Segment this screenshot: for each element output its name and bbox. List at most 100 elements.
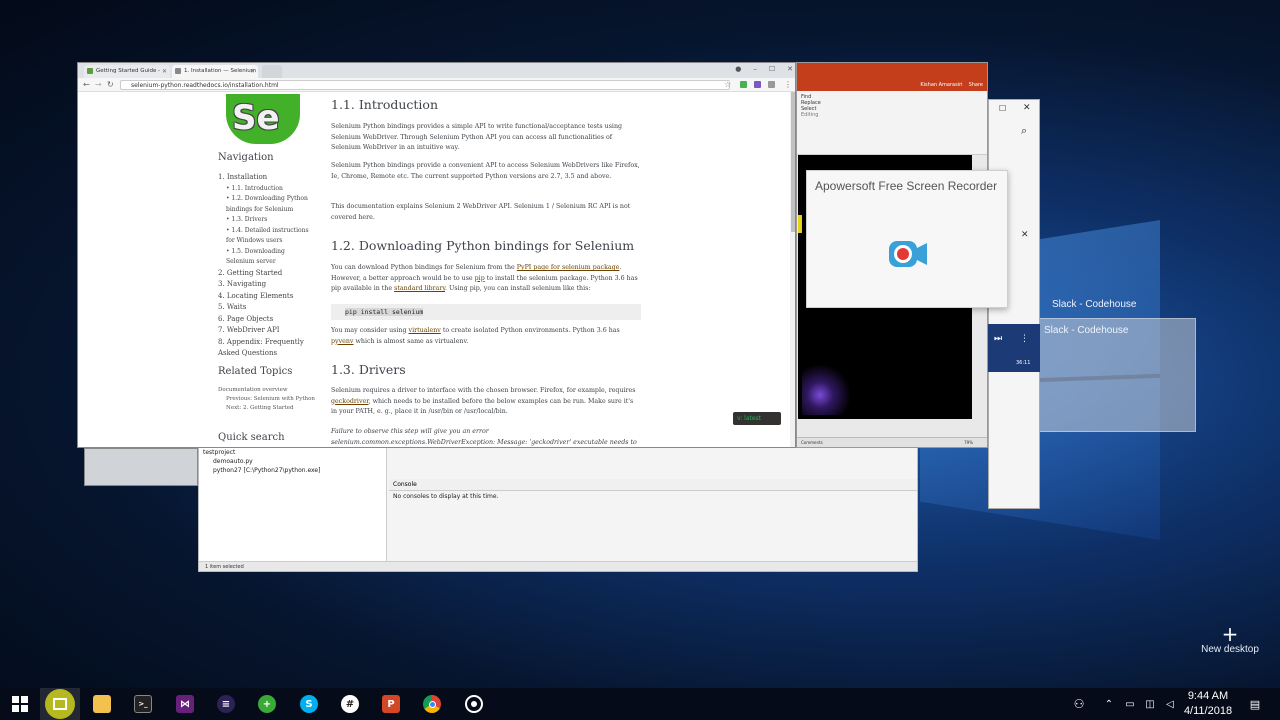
terminal-button[interactable]: >_ bbox=[123, 688, 163, 720]
more-icon[interactable]: ⋮ bbox=[1020, 334, 1029, 344]
skype-button[interactable]: S bbox=[289, 688, 329, 720]
slack-title: Slack - Codehouse bbox=[1052, 299, 1137, 310]
ppt-share-button[interactable]: Share bbox=[969, 82, 983, 88]
nav-item[interactable]: 1. Installation bbox=[218, 172, 318, 184]
volume-icon[interactable]: ◁ bbox=[1160, 688, 1180, 720]
greenshot-icon: + bbox=[258, 695, 276, 713]
powerpoint-button[interactable]: P bbox=[371, 688, 411, 720]
slide-graphic bbox=[802, 365, 862, 415]
next-link[interactable]: Next: 2. Getting Started bbox=[218, 404, 318, 413]
related-overview-link[interactable]: Documentation overview bbox=[218, 386, 318, 395]
nav-subitem[interactable]: • 1.3. Drivers bbox=[218, 215, 314, 226]
forward-icon[interactable]: → bbox=[95, 80, 102, 89]
intro-paragraph: Selenium Python bindings provide a conve… bbox=[331, 162, 640, 180]
nav-subitem[interactable]: • 1.1. Introduction bbox=[218, 184, 314, 195]
pip-link[interactable]: pip bbox=[475, 275, 485, 282]
version-badge[interactable]: v: latest bbox=[733, 412, 781, 425]
maximize-icon[interactable]: ☐ bbox=[769, 65, 775, 73]
search-icon[interactable]: ⌕ bbox=[1021, 124, 1027, 138]
drivers-error-paragraph: Failure to observe this step will give y… bbox=[331, 428, 637, 446]
navigation-heading: Navigation bbox=[218, 152, 274, 163]
slack-button[interactable]: # bbox=[330, 688, 370, 720]
profile-icon[interactable]: ● bbox=[735, 65, 741, 73]
recorder-button[interactable] bbox=[454, 688, 494, 720]
new-tab-button[interactable] bbox=[262, 65, 282, 78]
battery-icon[interactable]: ▭ bbox=[1120, 688, 1140, 720]
nav-subitem[interactable]: • 1.2. Downloading Python bindings for S… bbox=[218, 194, 314, 215]
maximize-icon[interactable]: ☐ bbox=[999, 104, 1006, 113]
ppt-ribbon: Find Replace Select Editing bbox=[797, 91, 987, 155]
start-button[interactable] bbox=[0, 688, 40, 720]
comments-button[interactable]: Comments bbox=[801, 440, 823, 445]
visual-studio-button[interactable]: ⋈ bbox=[165, 688, 205, 720]
tab-installation[interactable]: 1. Installation — Selenium ✕ bbox=[172, 65, 258, 78]
tree-item[interactable]: python27 [C:\Python27\python.exe] bbox=[203, 467, 382, 476]
nav-item[interactable]: 8. Appendix: Frequently Asked Questions bbox=[218, 337, 310, 360]
menu-icon[interactable]: ⋮ bbox=[784, 80, 792, 89]
next-track-icon[interactable]: ⏭ bbox=[994, 334, 1002, 344]
extension-icon[interactable] bbox=[768, 81, 775, 88]
network-icon[interactable]: ◫ bbox=[1140, 688, 1160, 720]
extension-icon[interactable] bbox=[740, 81, 747, 88]
close-tab-icon[interactable]: ✕ bbox=[250, 68, 255, 75]
tab-label: 1. Installation — Selenium bbox=[184, 68, 257, 74]
chrome-window[interactable]: Getting Started Guide - ✕ 1. Installatio… bbox=[77, 62, 796, 448]
stdlib-link[interactable]: standard library bbox=[394, 285, 445, 292]
file-explorer-button[interactable] bbox=[82, 688, 122, 720]
eclipse-button[interactable]: ≡ bbox=[206, 688, 246, 720]
new-desktop-label: New desktop bbox=[1201, 644, 1259, 655]
close-tab-icon[interactable]: ✕ bbox=[162, 68, 167, 75]
nav-subitem[interactable]: • 1.5. Downloading Selenium server bbox=[218, 247, 314, 268]
greenshot-button[interactable]: + bbox=[247, 688, 287, 720]
window-thumbnail[interactable] bbox=[84, 448, 198, 486]
bookmark-star-icon[interactable]: ☆ bbox=[724, 80, 731, 89]
nav-item[interactable]: 7. WebDriver API bbox=[218, 325, 318, 337]
nav-item[interactable]: 4. Locating Elements bbox=[218, 291, 318, 303]
nav-item[interactable]: 3. Navigating bbox=[218, 279, 318, 291]
action-center-icon[interactable]: ▤ bbox=[1244, 688, 1266, 720]
back-icon[interactable]: ← bbox=[83, 80, 90, 89]
slack-icon: # bbox=[341, 695, 359, 713]
previous-link[interactable]: Previous: Selenium with Python bbox=[218, 395, 318, 404]
minimize-icon[interactable]: – bbox=[753, 65, 757, 73]
task-view-button[interactable] bbox=[40, 688, 80, 720]
tab-strip: Getting Started Guide - ✕ 1. Installatio… bbox=[78, 63, 795, 78]
nav-item[interactable]: 2. Getting Started bbox=[218, 268, 318, 280]
geckodriver-link[interactable]: geckodriver bbox=[331, 398, 369, 405]
console-tab[interactable]: Console bbox=[389, 479, 917, 491]
pyvenv-link[interactable]: pyvenv bbox=[331, 338, 354, 345]
zoom-level[interactable]: 79% bbox=[964, 440, 973, 445]
people-icon[interactable]: ⚇ bbox=[1068, 688, 1090, 720]
close-icon[interactable]: ✕ bbox=[787, 65, 793, 73]
show-hidden-icons[interactable]: ⌃ bbox=[1098, 688, 1120, 720]
reload-icon[interactable]: ↻ bbox=[107, 80, 114, 89]
virtualenv-link[interactable]: virtualenv bbox=[409, 327, 441, 334]
tree-item[interactable]: testproject bbox=[203, 449, 382, 458]
nav-item[interactable]: 5. Waits bbox=[218, 302, 318, 314]
extension-icon[interactable] bbox=[754, 81, 761, 88]
nav-item[interactable]: 6. Page Objects bbox=[218, 314, 318, 326]
eclipse-window[interactable]: testproject demoauto.py python27 [C:\Pyt… bbox=[198, 440, 918, 572]
new-desktop-button[interactable]: + New desktop bbox=[1196, 624, 1264, 655]
nav-subitem[interactable]: • 1.4. Detailed instructions for Windows… bbox=[218, 226, 314, 247]
address-bar[interactable]: selenium-python.readthedocs.io/installat… bbox=[120, 80, 730, 90]
web-page: Se Navigation 1. Installation • 1.1. Int… bbox=[78, 92, 795, 447]
console-message: No consoles to display at this time. bbox=[393, 493, 499, 500]
close-icon[interactable]: ✕ bbox=[1021, 230, 1029, 240]
screen-recorder-popup[interactable]: Apowersoft Free Screen Recorder bbox=[806, 170, 1008, 308]
plus-icon: + bbox=[1221, 622, 1239, 646]
close-icon[interactable]: ✕ bbox=[1023, 103, 1031, 113]
scrollbar[interactable] bbox=[790, 92, 795, 447]
eclipse-status-bar: 1 item selected bbox=[199, 561, 917, 571]
selenium-logo[interactable]: Se bbox=[224, 94, 302, 146]
intro-heading: 1.1. Introduction bbox=[331, 97, 438, 112]
taskbar-clock[interactable]: 9:44 AM 4/11/2018 bbox=[1180, 689, 1236, 719]
chrome-button[interactable] bbox=[412, 688, 452, 720]
recorder-icon bbox=[889, 241, 927, 267]
tab-getting-started[interactable]: Getting Started Guide - ✕ bbox=[84, 65, 170, 78]
download-paragraph: You can download Python bindings for Sel… bbox=[331, 264, 638, 292]
scrollbar-thumb[interactable] bbox=[791, 92, 795, 232]
docs-sidebar: Se Navigation 1. Installation • 1.1. Int… bbox=[218, 92, 328, 447]
tree-item[interactable]: demoauto.py bbox=[203, 458, 382, 467]
pypi-link[interactable]: PyPI page for selenium package bbox=[517, 264, 620, 271]
